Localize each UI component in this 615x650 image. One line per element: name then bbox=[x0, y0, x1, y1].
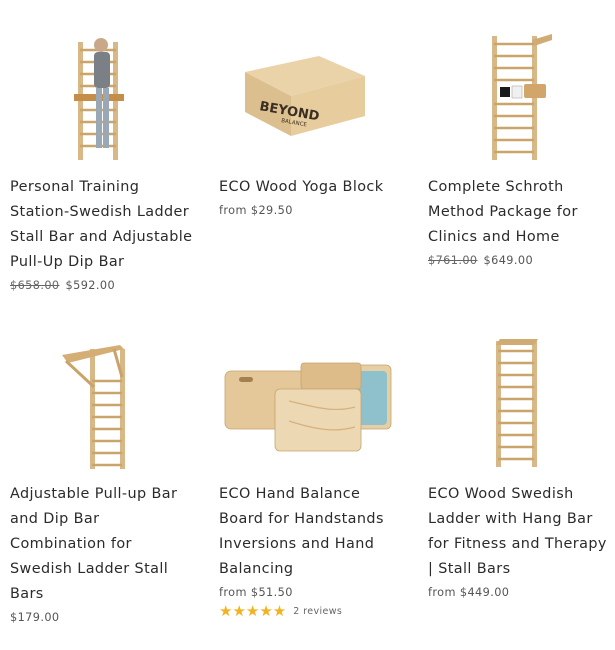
product-price: $179.00 bbox=[10, 611, 60, 624]
title-line: Clinics and Home bbox=[428, 229, 560, 245]
product-price: $761.00 $649.00 bbox=[428, 254, 533, 267]
title-line: Adjustable Pull-up Bar bbox=[10, 486, 178, 502]
product-price: from $51.50 bbox=[219, 586, 293, 599]
product-title[interactable]: Personal Training Station-Swedish Ladder… bbox=[10, 175, 200, 275]
title-line: Station-Swedish Ladder bbox=[10, 204, 190, 220]
product-title[interactable]: Adjustable Pull-up Bar and Dip Bar Combi… bbox=[10, 482, 200, 607]
sale-price: $179.00 bbox=[10, 611, 60, 624]
title-line: Pull-Up Dip Bar bbox=[10, 254, 125, 270]
price-from: from $449.00 bbox=[428, 586, 510, 599]
title-line: Stall Bar and Adjustable bbox=[10, 229, 193, 245]
original-price: $658.00 bbox=[10, 279, 60, 292]
title-line: Ladder with Hang Bar bbox=[428, 511, 593, 527]
title-line: and Dip Bar bbox=[10, 511, 100, 527]
pull-up-bar-ladder-image bbox=[62, 345, 125, 469]
title-line: ECO Wood Yoga Block bbox=[219, 179, 384, 195]
title-line: Inversions and Hand bbox=[219, 536, 375, 552]
product-image[interactable] bbox=[428, 30, 615, 170]
stall-bar-package-image bbox=[492, 34, 552, 160]
title-line: ECO Hand Balance bbox=[219, 486, 361, 502]
title-line: Combination for bbox=[10, 536, 132, 552]
price-from: from $51.50 bbox=[219, 586, 293, 599]
review-count[interactable]: 2 reviews bbox=[293, 606, 342, 617]
product-title[interactable]: ECO Wood Yoga Block bbox=[219, 175, 409, 200]
title-line: Complete Schroth bbox=[428, 179, 564, 195]
title-line: Swedish Ladder Stall bbox=[10, 561, 169, 577]
product-image[interactable]: BEYOND BALANCE bbox=[219, 30, 409, 170]
product-image[interactable] bbox=[219, 337, 409, 477]
title-line: Board for Handstands bbox=[219, 511, 384, 527]
product-title[interactable]: ECO Wood Swedish Ladder with Hang Bar fo… bbox=[428, 482, 615, 582]
title-line: for Fitness and Therapy bbox=[428, 536, 607, 552]
product-title[interactable]: ECO Hand Balance Board for Handstands In… bbox=[219, 482, 409, 582]
sale-price: $649.00 bbox=[483, 254, 534, 267]
title-line: | Stall Bars bbox=[428, 561, 511, 577]
product-image[interactable] bbox=[428, 337, 615, 477]
price-from: from $29.50 bbox=[219, 204, 293, 217]
product-image[interactable] bbox=[10, 30, 200, 170]
swedish-ladder-image bbox=[496, 339, 538, 467]
original-price: $761.00 bbox=[428, 254, 478, 267]
title-line: Method Package for bbox=[428, 204, 578, 220]
stall-bar-with-person-image bbox=[74, 38, 124, 160]
title-line: Bars bbox=[10, 586, 44, 602]
balance-boards-image bbox=[224, 362, 392, 452]
product-grid: Personal Training Station-Swedish Ladder… bbox=[0, 0, 615, 650]
title-line: ECO Wood Swedish bbox=[428, 486, 574, 502]
yoga-block-image: BEYOND BALANCE bbox=[245, 56, 365, 136]
product-price: from $449.00 bbox=[428, 586, 509, 599]
product-title[interactable]: Complete Schroth Method Package for Clin… bbox=[428, 175, 615, 250]
product-price: from $29.50 bbox=[219, 204, 293, 217]
star-rating-icon: ★★★★★ bbox=[219, 602, 287, 620]
product-image[interactable] bbox=[10, 337, 200, 477]
sale-price: $592.00 bbox=[65, 279, 116, 292]
title-line: Personal Training bbox=[10, 179, 140, 195]
product-rating[interactable]: ★★★★★ 2 reviews bbox=[219, 602, 342, 620]
title-line: Balancing bbox=[219, 561, 294, 577]
product-price: $658.00 $592.00 bbox=[10, 279, 115, 292]
